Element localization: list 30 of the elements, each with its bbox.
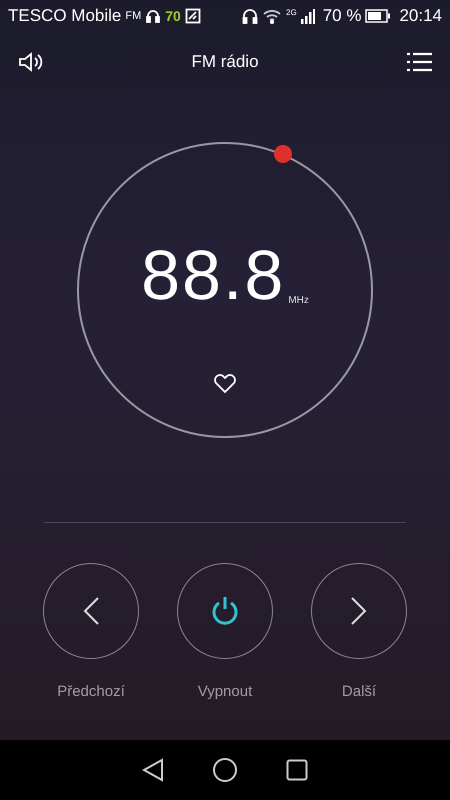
back-icon[interactable] [142,758,164,782]
heart-icon[interactable] [213,372,237,394]
notification-count: 70 [165,6,181,26]
headset-icon [145,8,162,24]
headphones-icon [242,8,258,24]
signal-icon [300,8,315,24]
battery-icon [365,9,392,23]
speaker-icon[interactable] [18,51,44,73]
next-button[interactable] [311,563,407,659]
frequency-unit: MHz [288,294,309,308]
chevron-left-icon [82,596,100,626]
control-label: Další [342,682,376,702]
image-icon [184,8,201,24]
screen-title: FM rádio [191,51,259,74]
control-label: Vypnout [198,682,252,702]
fm-indicator: FM [125,8,142,24]
menu-icon[interactable] [406,52,432,72]
frequency-value: 88.8 [141,240,286,310]
home-icon[interactable] [212,757,238,783]
recents-icon[interactable] [286,759,308,781]
battery-percent: 70 % [322,5,362,28]
clock: 20:14 [399,5,442,28]
previous-button[interactable] [43,563,139,659]
control-label: Předchozí [57,682,125,702]
network-type: 2G [286,7,297,20]
tuning-marker[interactable] [274,144,292,163]
chevron-right-icon [350,596,368,626]
carrier-name: TESCO Mobile [8,5,122,28]
power-button[interactable] [177,563,273,659]
wifi-icon [262,8,282,24]
